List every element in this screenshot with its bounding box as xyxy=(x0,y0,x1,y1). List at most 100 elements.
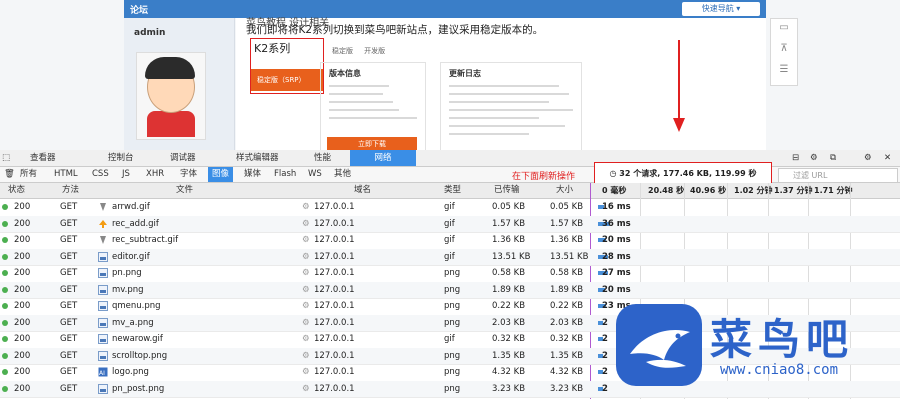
text-line xyxy=(329,85,389,87)
tab-dev[interactable]: 开发版 xyxy=(364,47,385,55)
filter-ws[interactable]: WS xyxy=(304,167,326,182)
filter-xhr[interactable]: XHR xyxy=(142,167,168,182)
filter-js[interactable]: JS xyxy=(118,167,134,182)
row-method: GET xyxy=(60,268,78,278)
row-transferred: 1.36 KB xyxy=(492,235,526,245)
tab-performance[interactable]: 性能 xyxy=(300,150,354,166)
k2-series-box: K2系列 稳定版（SRP） xyxy=(250,38,324,94)
table-row[interactable]: 200 GET pn.png ⚙ 127.0.0.1 png 0.58 KB 0.58 KB 2… xyxy=(0,265,900,283)
row-file[interactable]: scrolltop.png xyxy=(112,348,167,364)
row-file[interactable]: pn_post.png xyxy=(112,381,164,397)
split-console-icon[interactable]: ⊟ xyxy=(792,150,806,166)
table-row[interactable]: 200 GET editor.gif ⚙ 127.0.0.1 gif 13.51 KB 13.… xyxy=(0,248,900,266)
table-row[interactable]: 200 GET arrwd.gif ⚙ 127.0.0.1 gif 0.05 KB 0.05 … xyxy=(0,199,900,217)
col-status[interactable]: 状态 xyxy=(8,183,25,198)
row-size: 3.23 KB xyxy=(550,383,584,394)
text-line xyxy=(329,109,399,111)
filter-flash[interactable]: Flash xyxy=(270,167,300,182)
row-size: 1.57 KB xyxy=(550,218,584,229)
bird-logo-icon xyxy=(616,304,702,386)
row-method: GET xyxy=(60,202,78,212)
tab-network[interactable]: 网络 xyxy=(350,150,416,166)
row-file[interactable]: qmenu.png xyxy=(112,298,161,314)
lock-icon: ⚙ xyxy=(302,301,310,311)
col-domain[interactable]: 域名 xyxy=(354,183,371,198)
download-button[interactable]: 立即下载 xyxy=(327,137,417,150)
row-file[interactable]: pn.png xyxy=(112,265,142,281)
filter-fonts[interactable]: 字体 xyxy=(176,167,201,182)
col-size[interactable]: 大小 xyxy=(556,183,573,198)
status-dot-icon xyxy=(2,220,8,227)
row-file[interactable]: rec_subtract.gif xyxy=(112,232,178,248)
row-transferred: 0.05 KB xyxy=(492,202,526,212)
row-transferred: 0.32 KB xyxy=(492,334,526,344)
row-domain: 127.0.0.1 xyxy=(314,383,355,394)
status-dot-icon xyxy=(2,253,8,260)
avatar[interactable] xyxy=(136,52,206,140)
row-method: GET xyxy=(60,383,78,394)
tab-style-editor[interactable]: 样式编辑器 xyxy=(222,150,306,166)
network-filter-bar: 🗑 所有 HTML CSS JS XHR 字体 图像 媒体 Flash WS 其… xyxy=(0,162,900,186)
version-info-title: 版本信息 xyxy=(329,69,361,78)
row-method: GET xyxy=(60,235,78,245)
row-file[interactable]: editor.gif xyxy=(112,249,150,265)
filter-html[interactable]: HTML xyxy=(50,167,82,182)
row-status: 200 xyxy=(14,218,31,229)
up-arrow-icon xyxy=(98,219,108,229)
col-file[interactable]: 文件 xyxy=(176,183,193,198)
row-transferred: 4.32 KB xyxy=(492,367,526,377)
lock-icon: ⚙ xyxy=(302,251,310,262)
tab-debugger[interactable]: 调试器 xyxy=(156,150,220,166)
row-type: png xyxy=(444,301,461,311)
row-file[interactable]: rec_add.gif xyxy=(112,216,159,232)
tab-console[interactable]: 控制台 xyxy=(94,150,158,166)
list-icon[interactable]: ☰ xyxy=(775,64,793,80)
text-line xyxy=(449,101,549,103)
table-row[interactable]: 200 GET rec_subtract.gif ⚙ 127.0.0.1 gif 1.36 … xyxy=(0,232,900,250)
down-arrow-icon xyxy=(98,202,108,212)
row-file[interactable]: mv_a.png xyxy=(112,315,154,331)
filter-media[interactable]: 媒体 xyxy=(240,167,265,182)
row-file[interactable]: arrwd.gif xyxy=(112,199,150,215)
timeline-label: 1.37 分钟 xyxy=(774,186,813,195)
dock-icon[interactable]: ⧉ xyxy=(830,150,844,166)
k2-stable-button[interactable]: 稳定版（SRP） xyxy=(251,69,323,91)
row-file[interactable]: mv.png xyxy=(112,282,144,298)
quick-nav-button[interactable]: 快速导航 ▾ xyxy=(682,2,760,16)
timeline-label: 0 毫秒 xyxy=(602,186,627,195)
close-icon[interactable]: ✕ xyxy=(884,150,898,166)
row-time: 27 ms xyxy=(602,268,631,278)
tab-inspector[interactable]: 查看器 xyxy=(16,150,92,166)
table-row[interactable]: 200 GET rec_add.gif ⚙ 127.0.0.1 gif 1.57 KB 1.5… xyxy=(0,215,900,233)
row-method: GET xyxy=(60,301,78,311)
back-to-top-icon[interactable]: ⊼ xyxy=(775,43,793,59)
inspect-icon[interactable]: ⬚ xyxy=(0,150,12,166)
comment-icon[interactable]: ▭ xyxy=(775,22,793,38)
annotation-text: 在下面刷新操作 xyxy=(512,172,576,182)
filter-css[interactable]: CSS xyxy=(88,167,113,182)
col-method[interactable]: 方法 xyxy=(62,183,79,198)
url-filter-input[interactable]: 过滤 URL xyxy=(778,168,898,183)
row-file[interactable]: logo.png xyxy=(112,364,149,380)
filter-all[interactable]: 所有 xyxy=(16,167,41,182)
settings-icon[interactable]: ⚙ xyxy=(810,150,824,166)
lock-icon: ⚙ xyxy=(302,334,310,344)
forum-label[interactable]: 论坛 xyxy=(130,3,148,16)
row-size: 0.05 KB xyxy=(550,202,584,212)
gear-icon[interactable]: ⚙ xyxy=(864,150,878,166)
text-line xyxy=(449,109,573,111)
filter-images[interactable]: 图像 xyxy=(208,167,234,182)
k2-title: K2系列 xyxy=(254,42,291,55)
username[interactable]: admin xyxy=(134,28,165,38)
lock-icon: ⚙ xyxy=(302,268,310,278)
row-file[interactable]: newarow.gif xyxy=(112,331,163,347)
lock-icon: ⚙ xyxy=(302,284,310,295)
avatar-hair xyxy=(145,57,195,79)
row-method: GET xyxy=(60,334,78,344)
row-domain: 127.0.0.1 xyxy=(314,218,355,229)
watermark-url: www.cniao8.com xyxy=(720,362,839,378)
col-type[interactable]: 类型 xyxy=(444,183,461,198)
col-transferred[interactable]: 已传输 xyxy=(494,183,520,198)
filter-other[interactable]: 其他 xyxy=(330,167,355,182)
tab-stable[interactable]: 稳定版 xyxy=(332,47,353,55)
